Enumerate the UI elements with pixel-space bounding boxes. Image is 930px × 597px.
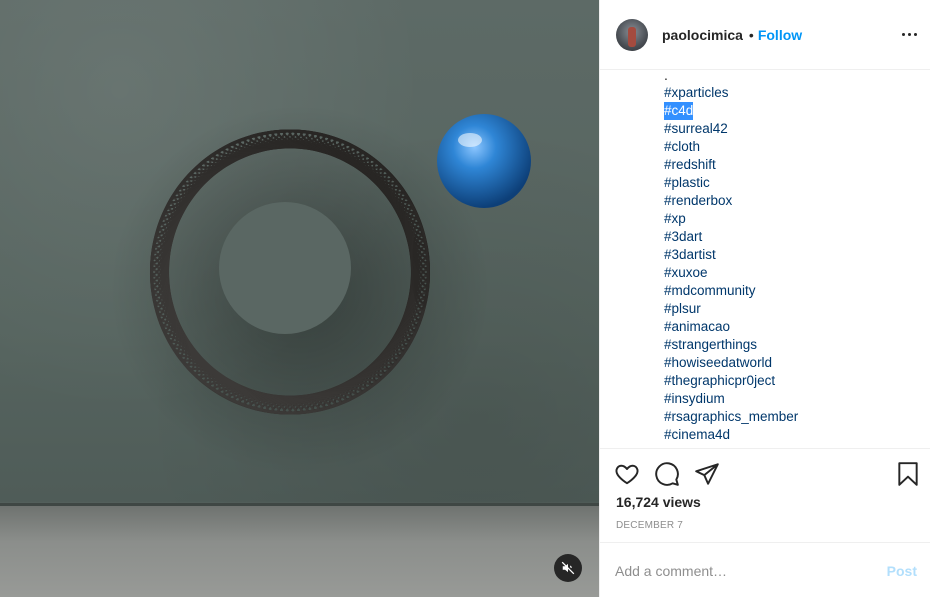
hashtag-link[interactable]: #insydium [664,390,725,408]
more-options-button[interactable] [899,24,919,44]
hashtag-link[interactable]: #xuxoe [664,264,708,282]
username-link[interactable]: paolocimica [662,27,743,43]
hashtag-link[interactable]: #surreal42 [664,120,728,138]
hashtag-link[interactable]: #mdcommunity [664,282,756,300]
paper-plane-icon [695,463,719,485]
coil-hole [219,202,351,334]
avatar[interactable] [616,18,648,51]
hashtag-link[interactable]: #thegraphicpr0ject [664,372,775,390]
like-button[interactable] [614,461,640,487]
hashtag-link[interactable]: #rsagraphics_member [664,408,798,426]
hashtag-link[interactable]: #redshift [664,156,716,174]
hashtag-list: #xparticles #c4d #surreal42 #cloth #redshift… [664,84,930,444]
ball-highlight [458,133,482,147]
caption-lead: . [664,70,668,83]
post-media-video[interactable] [0,0,599,597]
bookmark-icon [898,462,918,486]
hashtag-link[interactable]: #3dart [664,228,702,246]
heart-icon [615,464,639,485]
post-comment-button[interactable]: Post [887,563,917,579]
post-date[interactable]: DECEMBER 7 [616,520,683,531]
comment-input[interactable] [615,561,865,581]
hashtag-link[interactable]: #renderbox [664,192,732,210]
action-icons-row [600,449,930,495]
hashtag-link[interactable]: #c4d [664,102,694,120]
instagram-post: paolocimica • Follow . #xparticles #c4d #s… [0,0,930,597]
more-horizontal-icon [901,32,905,36]
follow-button[interactable]: Follow [758,27,802,43]
comment-bar: Post [600,542,930,597]
hashtag-link[interactable]: #strangerthings [664,336,757,354]
hashtag-link[interactable]: #cinema4d [664,426,730,444]
post-actions: 16,724 views DECEMBER 7 [600,448,930,531]
share-button[interactable] [694,461,720,487]
speaker-muted-icon [561,561,575,575]
hashtag-link[interactable]: #howiseedatworld [664,354,772,372]
blue-ball [437,114,531,208]
hashtag-link[interactable]: #xparticles [664,84,729,102]
post-sidebar: paolocimica • Follow . #xparticles #c4d #s… [599,0,930,597]
comment-bubble-icon [655,462,679,486]
post-header: paolocimica • Follow [600,0,930,70]
caption-scroll-area[interactable]: . #xparticles #c4d #surreal42 #cloth #redshi… [600,70,930,448]
view-count[interactable]: 16,724 views [616,494,701,510]
mute-toggle-button[interactable] [554,554,582,582]
hashtag-link[interactable]: #xp [664,210,686,228]
hashtag-link[interactable]: #cloth [664,138,700,156]
hashtag-link[interactable]: #animacao [664,318,730,336]
hashtag-link[interactable]: #3dartist [664,246,716,264]
comment-button[interactable] [654,461,680,487]
slinky-torus-render [110,105,531,475]
save-button[interactable] [895,461,921,487]
separator-dot: • [748,26,754,43]
hashtag-link[interactable]: #plastic [664,174,710,192]
hashtag-link[interactable]: #plsur [664,300,701,318]
